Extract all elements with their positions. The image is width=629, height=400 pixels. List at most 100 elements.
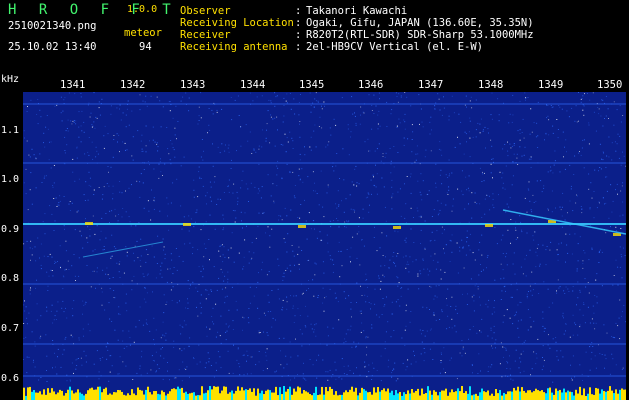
signal-bar	[113, 392, 115, 400]
noise-speck	[145, 145, 147, 147]
noise-speck	[95, 287, 96, 289]
noise-speck	[188, 215, 190, 217]
noise-speck	[415, 153, 417, 155]
noise-speck	[355, 124, 357, 126]
noise-speck	[78, 257, 80, 259]
noise-speck	[345, 297, 347, 299]
noise-speck	[292, 305, 294, 307]
noise-speck	[411, 151, 413, 153]
noise-speck	[471, 107, 473, 109]
noise-speck	[447, 315, 449, 317]
noise-speck	[248, 262, 250, 264]
noise-speck	[427, 274, 429, 276]
noise-speck	[171, 259, 173, 261]
signal-bar	[285, 391, 287, 400]
noise-speck	[448, 189, 450, 191]
noise-speck	[517, 237, 519, 239]
signal-bar	[403, 392, 405, 400]
noise-speck	[145, 95, 147, 97]
noise-speck	[139, 196, 141, 198]
noise-speck	[170, 289, 172, 291]
noise-speck	[209, 129, 211, 131]
noise-speck	[493, 307, 495, 309]
noise-speck	[267, 110, 269, 112]
noise-speck	[588, 173, 590, 175]
noise-speck	[515, 311, 517, 313]
noise-speck	[55, 197, 57, 199]
signal-bar	[235, 390, 237, 400]
noise-speck	[192, 253, 193, 255]
noise-speck	[280, 364, 282, 366]
signal-bar	[327, 391, 329, 400]
noise-speck	[200, 178, 202, 179]
noise-speck	[84, 153, 86, 155]
noise-speck	[602, 151, 604, 153]
noise-speck	[83, 304, 85, 306]
noise-speck	[106, 358, 108, 360]
noise-speck	[304, 325, 306, 327]
noise-speck	[232, 320, 234, 322]
noise-speck	[617, 133, 619, 135]
noise-speck	[28, 356, 30, 358]
noise-speck	[316, 237, 318, 239]
noise-speck	[348, 154, 350, 156]
noise-speck	[211, 109, 213, 111]
noise-speck	[551, 211, 553, 213]
noise-speck	[198, 266, 200, 268]
noise-speck	[562, 192, 564, 194]
noise-speck	[278, 219, 280, 221]
noise-speck	[588, 143, 590, 145]
noise-speck	[565, 323, 567, 325]
signal-bar	[565, 392, 567, 400]
noise-speck	[53, 182, 55, 184]
signal-bar	[595, 387, 597, 400]
noise-speck	[266, 123, 268, 125]
noise-speck	[346, 374, 348, 375]
noise-speck	[131, 280, 133, 282]
noise-speck	[72, 336, 74, 338]
noise-speck	[446, 298, 447, 300]
noise-speck	[365, 197, 367, 199]
noise-speck	[118, 271, 120, 273]
signal-bar	[267, 389, 269, 400]
noise-speck	[468, 131, 470, 133]
signal-bar	[141, 390, 143, 400]
noise-speck	[506, 203, 508, 205]
noise-speck	[410, 173, 412, 175]
noise-speck	[270, 102, 272, 104]
noise-speck	[247, 355, 249, 357]
noise-speck	[575, 324, 577, 326]
signal-bar	[97, 386, 99, 400]
signal-bar	[427, 386, 429, 400]
noise-speck	[511, 296, 513, 298]
noise-speck	[365, 273, 367, 275]
noise-speck	[207, 132, 208, 134]
noise-speck	[165, 332, 167, 334]
noise-speck	[566, 244, 568, 246]
noise-speck	[490, 329, 492, 331]
noise-speck	[563, 333, 565, 335]
noise-speck	[492, 193, 494, 195]
noise-speck	[113, 297, 115, 298]
signal-bar	[121, 391, 123, 400]
noise-speck	[217, 146, 219, 148]
noise-speck	[128, 124, 130, 126]
noise-speck	[397, 231, 399, 233]
noise-speck	[219, 152, 221, 154]
signal-bar	[389, 392, 391, 400]
noise-speck	[78, 178, 80, 180]
noise-speck	[608, 217, 610, 219]
noise-speck	[354, 168, 356, 170]
noise-speck	[82, 247, 84, 249]
noise-speck	[396, 96, 398, 97]
signal-bar	[283, 386, 285, 400]
noise-speck	[114, 208, 116, 210]
noise-speck	[153, 197, 155, 199]
noise-speck	[552, 125, 554, 127]
noise-speck	[237, 347, 239, 349]
noise-speck	[615, 259, 617, 261]
noise-speck	[521, 231, 523, 233]
signal-bar	[361, 387, 363, 400]
noise-speck	[461, 239, 463, 241]
noise-speck	[472, 136, 474, 138]
